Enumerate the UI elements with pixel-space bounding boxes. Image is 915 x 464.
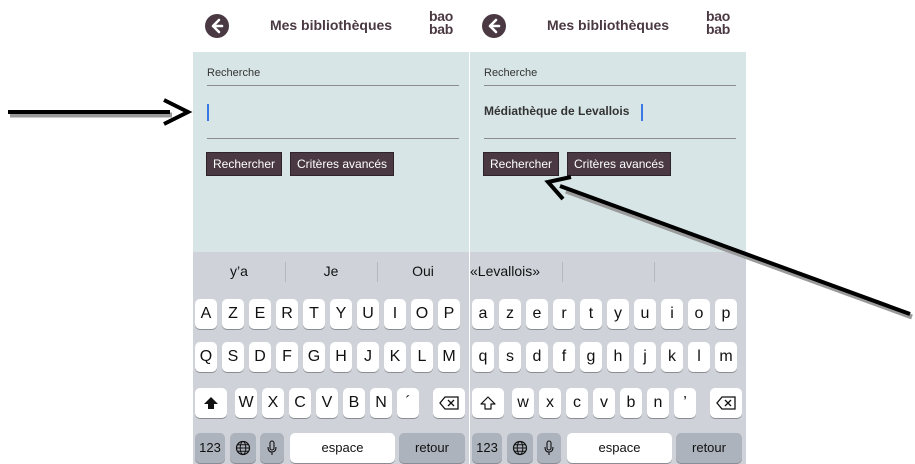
right-arrow-icon xyxy=(544,175,913,320)
left-arrow-icon xyxy=(8,98,193,126)
annotation-arrows xyxy=(8,98,913,320)
